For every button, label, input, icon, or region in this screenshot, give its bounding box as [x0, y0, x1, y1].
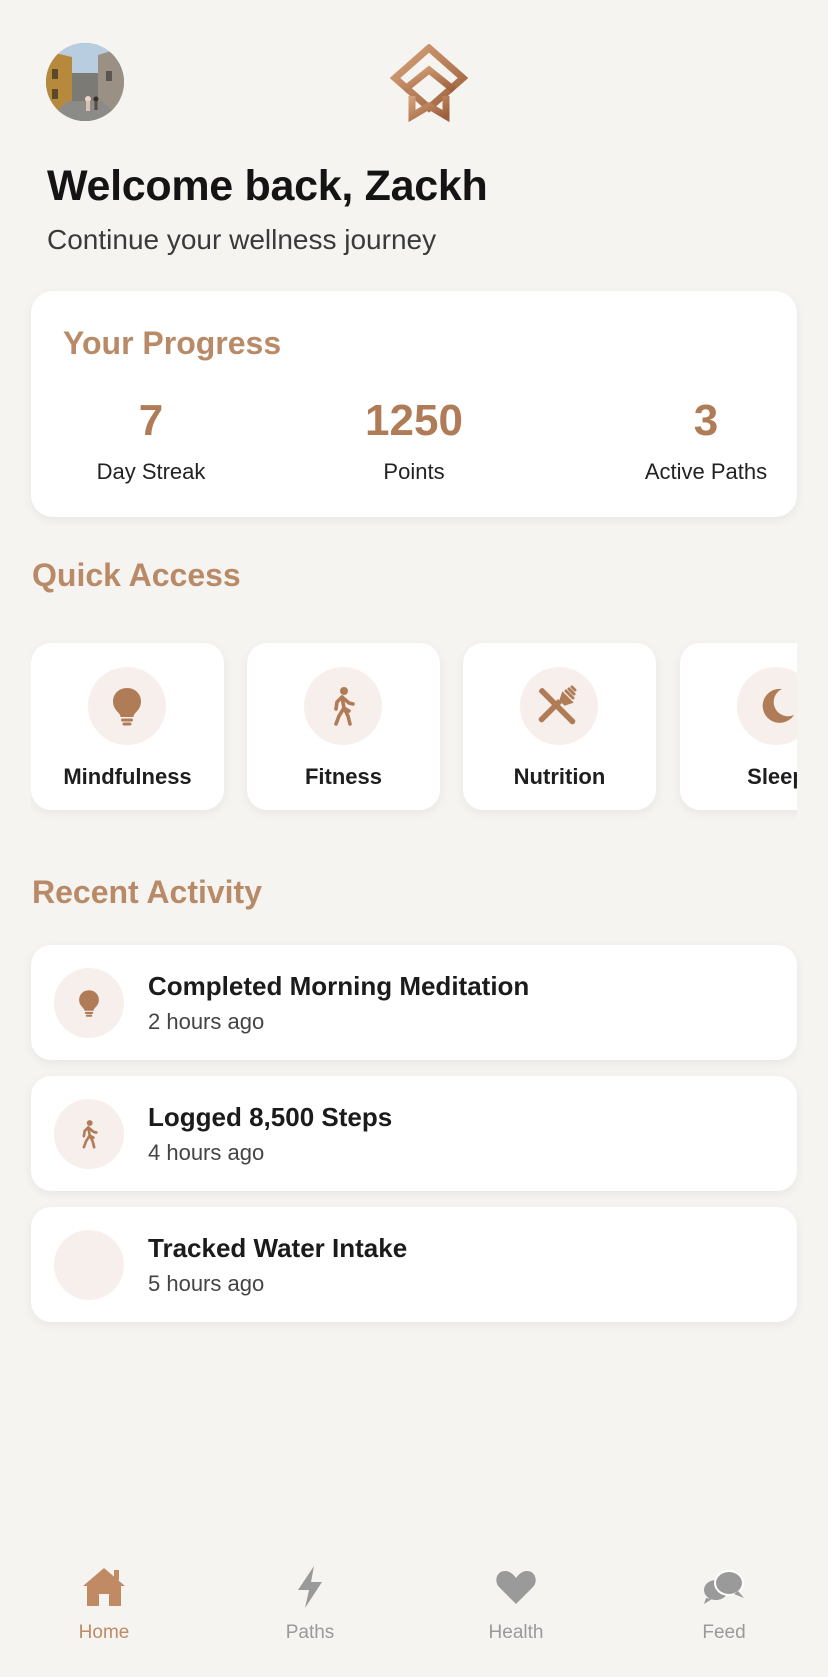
welcome-subtitle: Continue your wellness journey: [47, 224, 437, 255]
activity-item[interactable]: Logged 8,500 Steps 4 hours ago: [31, 1076, 797, 1191]
nav-label: Paths: [285, 1622, 335, 1643]
stat-points: 1250 Points: [294, 395, 534, 485]
recent-activity-title: Recent Activity: [32, 874, 262, 910]
bottom-nav: Home Paths Health Feed: [0, 1560, 828, 1677]
nav-icon-wrapper: [240, 1560, 380, 1614]
avatar[interactable]: [46, 43, 124, 121]
nav-item-home[interactable]: Home: [34, 1560, 174, 1644]
activity-item[interactable]: Tracked Water Intake 5 hours ago: [31, 1207, 797, 1322]
progress-title: Your Progress: [63, 325, 282, 361]
nav-item-feed[interactable]: Feed: [654, 1560, 794, 1644]
qa-label: Sleep: [747, 764, 797, 789]
nav-icon-wrapper: [654, 1560, 794, 1614]
profile-photo-icon: [46, 43, 124, 121]
stat-value: 7: [138, 396, 164, 445]
activity-time: 5 hours ago: [148, 1271, 265, 1296]
home-icon: [83, 1568, 125, 1606]
stat-label: Active Paths: [644, 459, 768, 484]
lightbulb-icon: [79, 990, 99, 1017]
stat-label: Points: [383, 459, 445, 484]
qa-label: Fitness: [304, 764, 383, 789]
welcome-heading: Welcome back, Zackh: [47, 162, 488, 210]
activity-icon-wrapper: [54, 968, 124, 1038]
bolt-icon: [298, 1566, 322, 1608]
stat-value: 1250: [365, 396, 463, 445]
quick-access-list[interactable]: Mindfulness Fitness Nutrition Slee: [31, 640, 797, 820]
quick-access-fitness[interactable]: Fitness: [247, 643, 440, 810]
progress-card: Your Progress 7 Day Streak 1250 Points 3…: [31, 291, 797, 517]
activity-title: Completed Morning Meditation: [148, 971, 530, 1001]
nav-icon-wrapper: [446, 1560, 586, 1614]
nav-icon-wrapper: [34, 1560, 174, 1614]
qa-icon-wrapper: [304, 667, 382, 745]
stat-label: Day Streak: [96, 459, 206, 484]
quick-access-nutrition[interactable]: Nutrition: [463, 643, 656, 810]
chat-bubbles-icon: [704, 1570, 744, 1604]
qa-label: Mindfulness: [63, 764, 192, 789]
brand-logo: [389, 43, 469, 123]
lightbulb-icon: [113, 688, 141, 726]
nav-item-paths[interactable]: Paths: [240, 1560, 380, 1644]
qa-label: Nutrition: [513, 764, 606, 789]
nav-label: Home: [78, 1622, 130, 1643]
heart-icon: [496, 1571, 536, 1604]
utensils-icon: [538, 685, 577, 725]
stat-active-paths: 3 Active Paths: [586, 395, 826, 485]
brand-logo-icon: [389, 43, 469, 123]
stat-day-streak: 7 Day Streak: [31, 395, 271, 485]
quick-access-mindfulness[interactable]: Mindfulness: [31, 643, 224, 810]
qa-icon-wrapper: [520, 667, 598, 745]
activity-icon-wrapper: [54, 1099, 124, 1169]
activity-time: 4 hours ago: [148, 1140, 265, 1165]
qa-icon-wrapper: [88, 667, 166, 745]
stat-value: 3: [693, 396, 719, 445]
walking-icon: [334, 687, 355, 726]
nav-label: Health: [488, 1622, 544, 1643]
moon-icon: [762, 688, 794, 723]
activity-title: Logged 8,500 Steps: [148, 1102, 393, 1132]
walking-icon: [82, 1120, 98, 1149]
activity-title: Tracked Water Intake: [148, 1233, 408, 1263]
nav-label: Feed: [702, 1622, 746, 1643]
nav-item-health[interactable]: Health: [446, 1560, 586, 1644]
qa-icon-wrapper: [737, 667, 797, 745]
activity-item[interactable]: Completed Morning Meditation 2 hours ago: [31, 945, 797, 1060]
home-screen: Welcome back, Zackh Continue your wellne…: [0, 0, 828, 1677]
activity-time: 2 hours ago: [148, 1009, 265, 1034]
blank-icon: [54, 1230, 124, 1300]
quick-access-title: Quick Access: [32, 557, 241, 593]
quick-access-sleep[interactable]: Sleep: [680, 643, 797, 810]
